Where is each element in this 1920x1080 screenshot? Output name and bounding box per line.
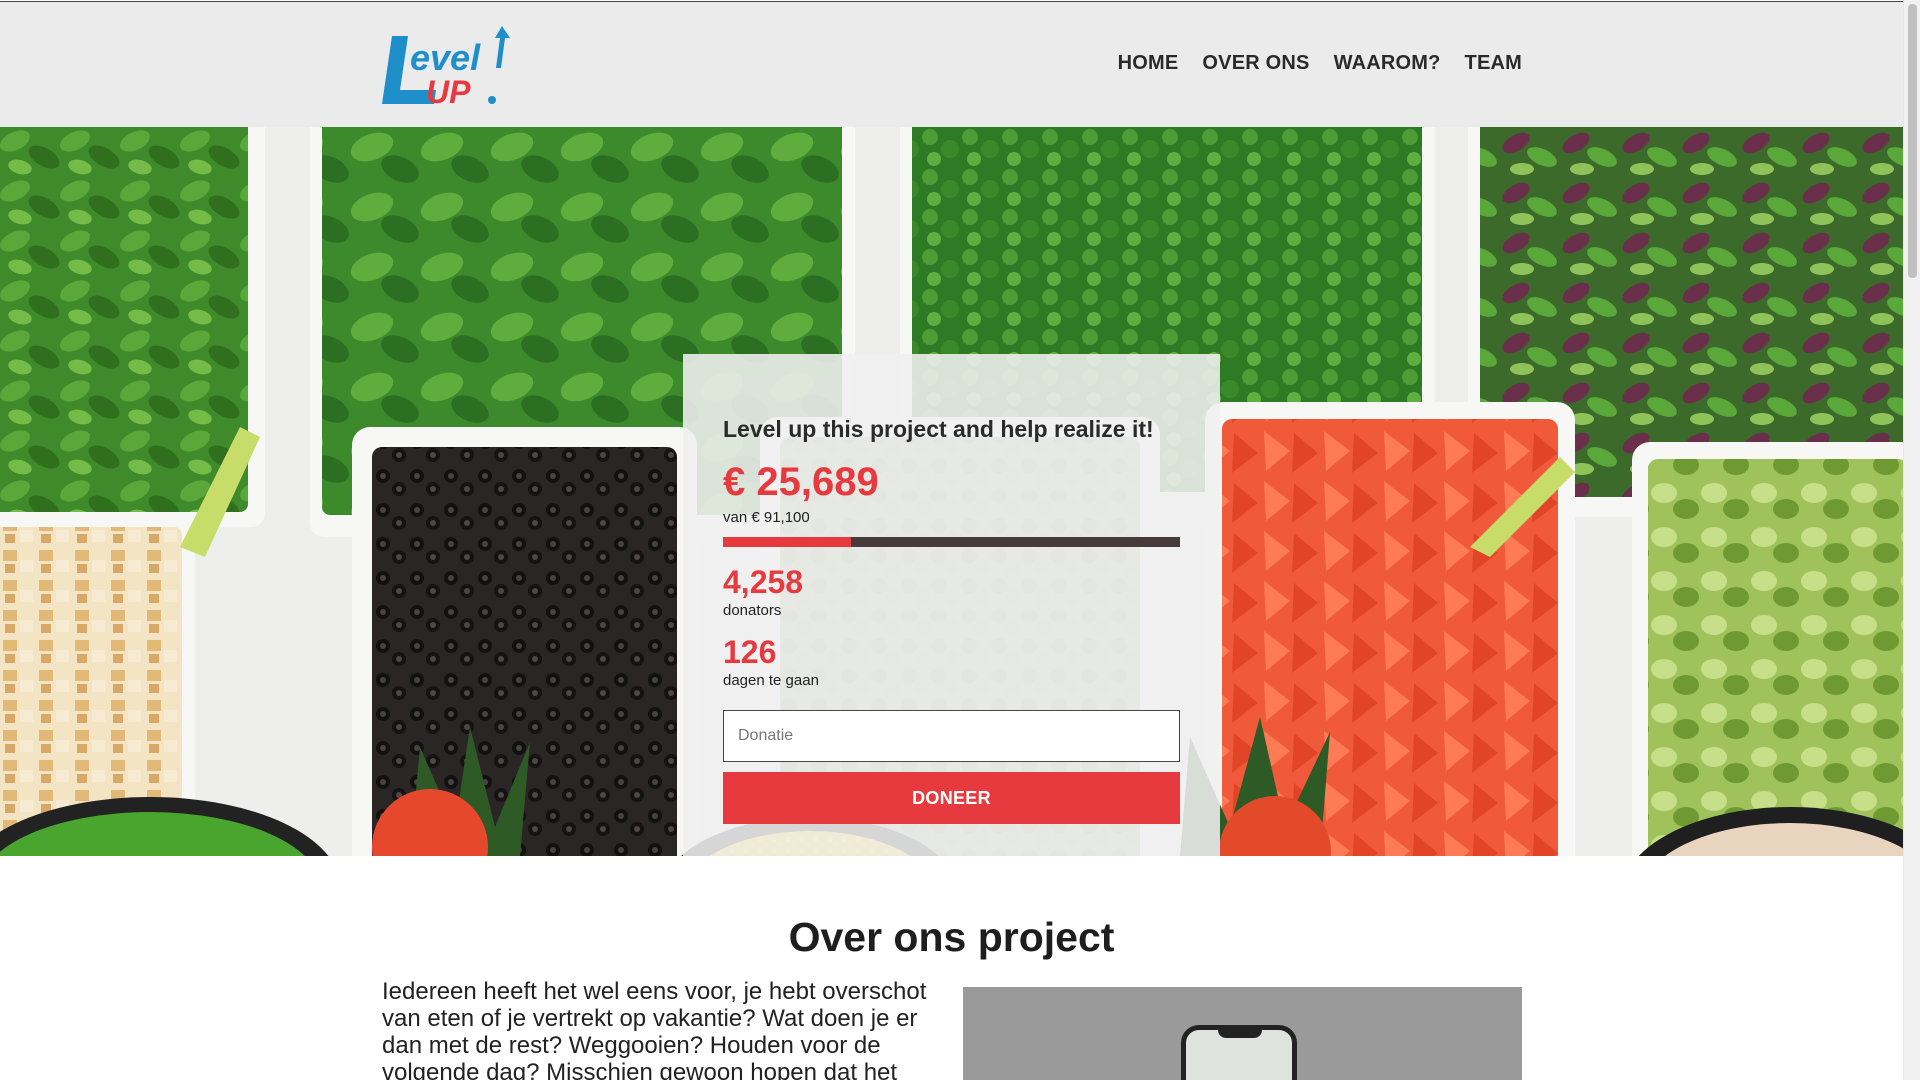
nav-waarom[interactable]: WAAROM? [1334,52,1441,75]
main-nav: HOME OVER ONS WAAROM? TEAM [1118,52,1522,75]
page: evel UP HOME OVER ONS WAAROM? TEAM Level… [0,0,1903,1080]
goal-amount: van € 91,100 [723,509,810,526]
page-scrollbar[interactable] [1903,0,1920,1080]
donation-card: Level up this project and help realize i… [683,354,1220,856]
svg-text:evel: evel [410,37,481,78]
amount-raised: € 25,689 [723,460,879,504]
level-up-logo[interactable]: evel UP [380,22,516,112]
site-header: evel UP HOME OVER ONS WAAROM? TEAM [0,1,1903,127]
days-remaining-label: dagen te gaan [723,672,819,689]
app-phone-image [963,987,1522,1080]
donation-amount-input[interactable] [723,710,1180,762]
nav-team[interactable]: TEAM [1465,52,1522,75]
about-section-text: Iedereen heeft het wel eens voor, je heb… [382,978,927,1080]
donation-title: Level up this project and help realize i… [723,416,1154,442]
nav-home[interactable]: HOME [1118,52,1179,75]
svg-text:UP: UP [426,74,471,110]
donate-button[interactable]: DONEER [723,772,1180,824]
phone-notch [1218,1028,1262,1038]
nav-over-ons[interactable]: OVER ONS [1202,52,1309,75]
donors-label: donators [723,602,782,619]
funding-progress-bar [723,537,1180,547]
smartphone-icon [1181,1025,1297,1080]
days-remaining-count: 126 [723,634,777,670]
hero-section: Level up this project and help realize i… [0,127,1903,856]
donors-count: 4,258 [723,564,804,600]
about-section-title: Over ons project [788,914,1115,960]
scrollbar-thumb[interactable] [1908,4,1917,278]
funding-progress-fill [723,537,851,547]
